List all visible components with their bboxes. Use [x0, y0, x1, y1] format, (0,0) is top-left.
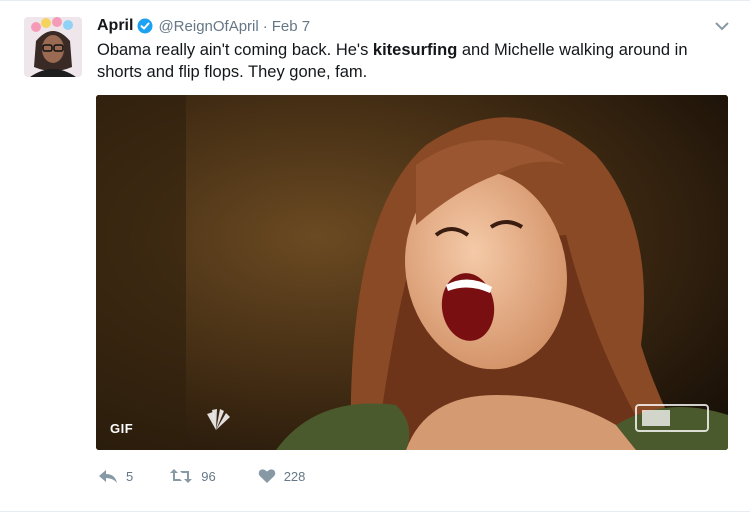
tweet-card[interactable]: April @ReignOfApril · Feb 7 Obama really… — [0, 0, 750, 512]
tweet-actions: 5 96 228 — [98, 465, 335, 487]
verified-badge-icon — [137, 18, 153, 34]
chevron-down-icon[interactable] — [714, 19, 730, 31]
user-handle[interactable]: @ReignOfApril — [158, 18, 258, 35]
reply-count: 5 — [126, 468, 134, 484]
gif-frame — [96, 95, 728, 450]
like-count: 228 — [283, 468, 306, 484]
tweet-text-part: Obama really ain't coming back. He's — [97, 41, 373, 59]
retweet-icon — [170, 469, 193, 483]
avatar-photo — [24, 17, 82, 77]
tweet-text: Obama really ain't coming back. He's kit… — [97, 39, 717, 83]
display-name[interactable]: April — [97, 17, 133, 35]
heart-icon — [258, 469, 276, 483]
tweet-gif-media[interactable]: GIF — [96, 95, 728, 450]
reply-button[interactable]: 5 — [98, 468, 133, 484]
retweet-button[interactable]: 96 — [169, 468, 216, 484]
reply-icon — [99, 470, 117, 483]
tweet-text-bold: kitesurfing — [372, 41, 458, 59]
tweet-timestamp[interactable]: Feb 7 — [272, 18, 310, 35]
separator-dot: · — [262, 17, 268, 35]
tweet-header: April @ReignOfApril · Feb 7 — [97, 15, 310, 37]
retweet-count: 96 — [201, 468, 216, 484]
gif-badge: GIF — [110, 421, 134, 436]
avatar[interactable] — [24, 17, 82, 77]
like-button[interactable]: 228 — [258, 468, 306, 484]
